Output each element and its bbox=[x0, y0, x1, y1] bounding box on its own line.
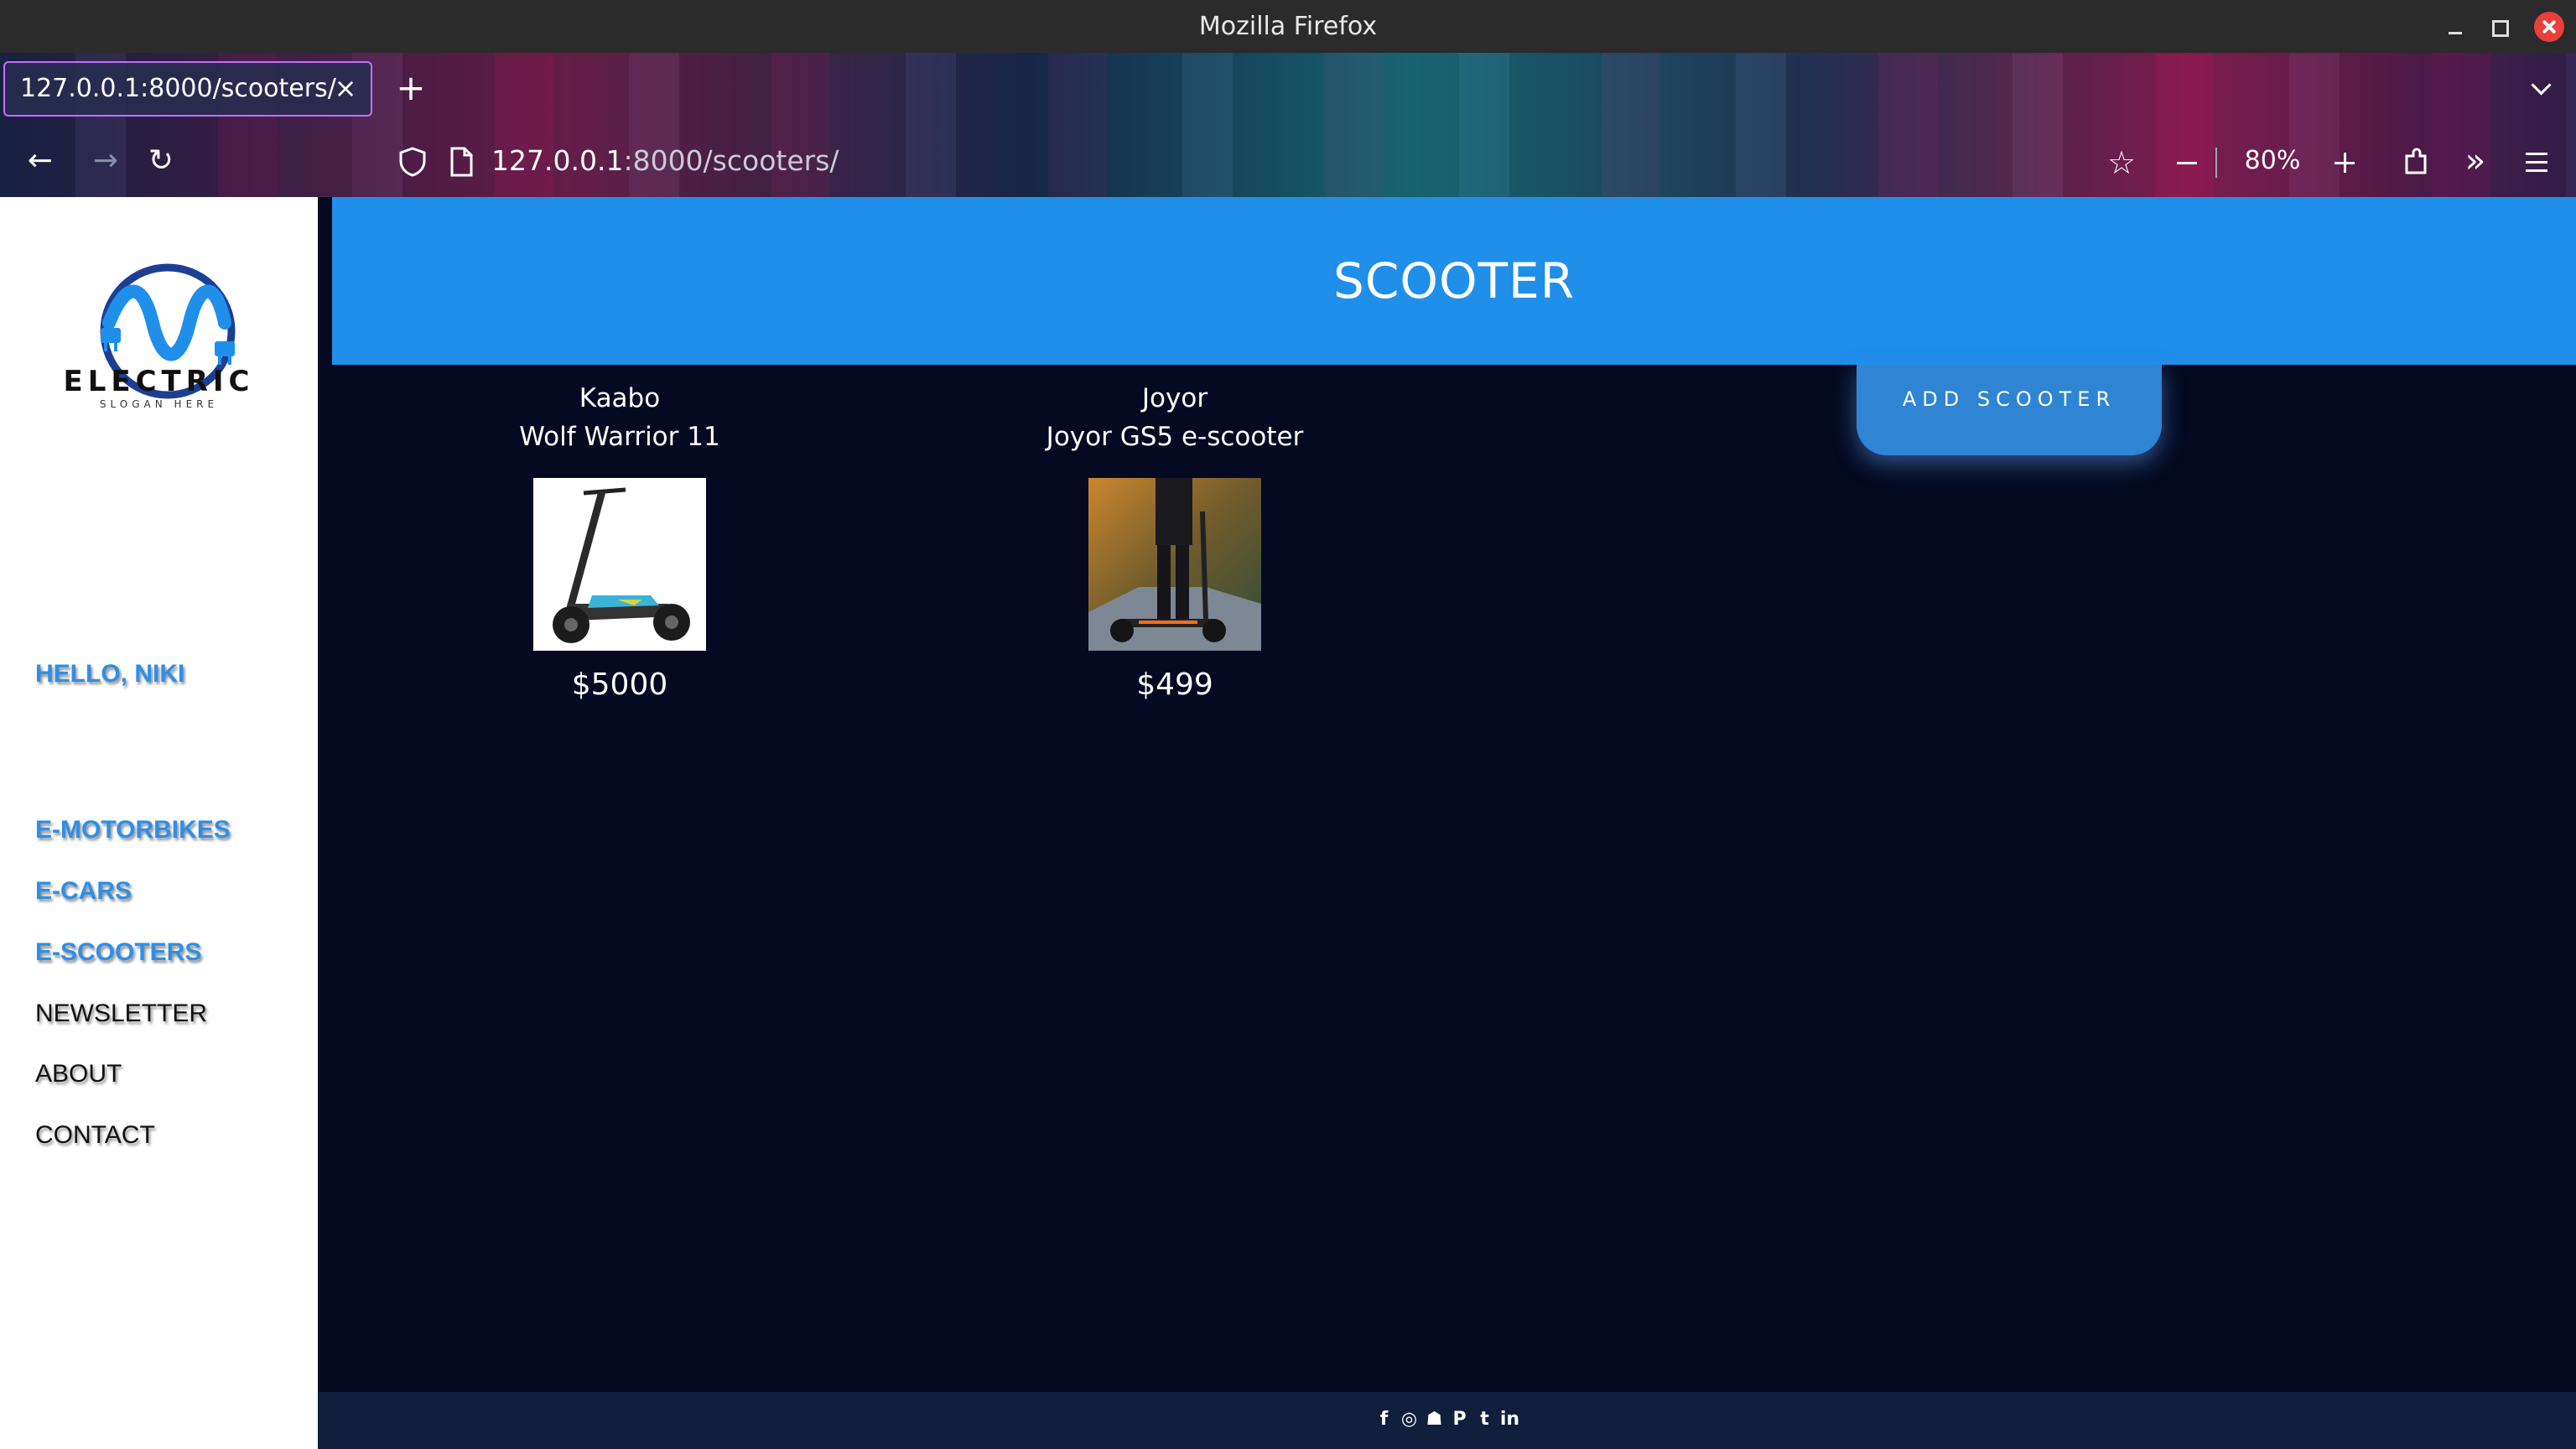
more-tools-icon[interactable]: » bbox=[2457, 144, 2494, 181]
window-titlebar: Mozilla Firefox bbox=[0, 0, 2576, 53]
tab-title: 127.0.0.1:8000/scooters/ bbox=[20, 74, 336, 103]
product-brand: Joyor bbox=[1141, 383, 1208, 413]
page-banner: SCOOTER bbox=[332, 197, 2576, 365]
zoom-level[interactable]: 80% bbox=[2231, 126, 2314, 196]
maximize-button[interactable] bbox=[2484, 12, 2514, 42]
kaabo-scooter-image[interactable] bbox=[533, 478, 706, 651]
sidebar-item-contact[interactable]: CONTACT bbox=[35, 1121, 155, 1150]
url-path: :8000/scooters/ bbox=[623, 144, 839, 177]
extensions-icon[interactable] bbox=[2397, 144, 2433, 181]
bookmark-star-icon[interactable]: ☆ bbox=[2103, 144, 2140, 181]
logo-wordmark: ELECTRIC bbox=[63, 365, 255, 398]
sidebar-item-e-cars[interactable]: E-CARS bbox=[35, 877, 132, 906]
minimize-button[interactable] bbox=[2440, 12, 2470, 42]
zoom-out-icon[interactable] bbox=[2168, 144, 2205, 181]
close-window-button[interactable] bbox=[2534, 12, 2564, 42]
tab-close-icon[interactable]: × bbox=[332, 75, 359, 101]
product-price: $499 bbox=[1136, 667, 1213, 702]
page-info-icon[interactable] bbox=[448, 146, 475, 178]
navigation-bar: ← → ↻ 127.0.0.1:8000/scooters/ ☆ 80% » bbox=[0, 126, 2576, 196]
hamburger-menu-icon[interactable] bbox=[2517, 144, 2554, 181]
pinterest-icon[interactable]: P bbox=[1450, 1409, 1470, 1431]
user-greeting-link[interactable]: HELLO, NIKI bbox=[35, 660, 184, 688]
product-model[interactable]: Wolf Warrior 11 bbox=[427, 418, 813, 456]
back-arrow-icon[interactable]: ← bbox=[22, 143, 59, 179]
zoom-in-icon[interactable] bbox=[2326, 144, 2363, 181]
window-title: Mozilla Firefox bbox=[1198, 12, 1378, 41]
footer: f ◎ ☗ P t in bbox=[318, 1392, 2576, 1449]
page-title: SCOOTER bbox=[1333, 252, 1575, 309]
url-host: 127.0.0.1 bbox=[491, 144, 624, 177]
joyor-scooter-image[interactable] bbox=[1088, 478, 1261, 651]
new-tab-button[interactable]: + bbox=[394, 70, 428, 106]
shield-icon[interactable] bbox=[397, 146, 428, 178]
sidebar-item-about[interactable]: ABOUT bbox=[35, 1060, 122, 1088]
sidebar-item-e-motorbikes[interactable]: E-MOTORBIKES bbox=[35, 816, 231, 844]
social-links: f ◎ ☗ P t in bbox=[1374, 1409, 1520, 1431]
product-card: Kaabo Wolf Warrior 11 $5000 bbox=[427, 379, 813, 702]
linkedin-icon[interactable]: in bbox=[1500, 1409, 1520, 1431]
product-price: $5000 bbox=[571, 667, 668, 702]
product-card: Joyor Joyor GS5 e-scooter $499 bbox=[982, 379, 1368, 702]
instagram-icon[interactable]: ◎ bbox=[1400, 1409, 1420, 1431]
add-scooter-button[interactable]: ADD SCOOTER bbox=[1857, 365, 2162, 455]
twitter-icon[interactable]: t bbox=[1475, 1409, 1495, 1431]
forward-arrow-icon[interactable]: → bbox=[87, 143, 124, 179]
sidebar: ELECTRIC SLOGAN HERE HELLO, NIKI E-MOTOR… bbox=[0, 197, 318, 1449]
sidebar-item-newsletter[interactable]: NEWSLETTER bbox=[35, 1000, 207, 1028]
zoom-divider bbox=[2215, 148, 2217, 178]
browser-tab[interactable]: 127.0.0.1:8000/scooters/ × bbox=[3, 61, 372, 117]
product-model[interactable]: Joyor GS5 e-scooter bbox=[982, 418, 1368, 456]
list-all-tabs-icon[interactable] bbox=[2526, 71, 2559, 105]
facebook-icon[interactable]: f bbox=[1374, 1409, 1394, 1431]
logo-slogan: SLOGAN HERE bbox=[99, 398, 219, 410]
reload-icon[interactable]: ↻ bbox=[143, 143, 179, 179]
product-brand: Kaabo bbox=[579, 383, 661, 413]
sidebar-item-e-scooters[interactable]: E-SCOOTERS bbox=[35, 938, 201, 967]
url-field[interactable]: 127.0.0.1:8000/scooters/ bbox=[491, 126, 839, 196]
snapchat-icon[interactable]: ☗ bbox=[1425, 1409, 1445, 1431]
